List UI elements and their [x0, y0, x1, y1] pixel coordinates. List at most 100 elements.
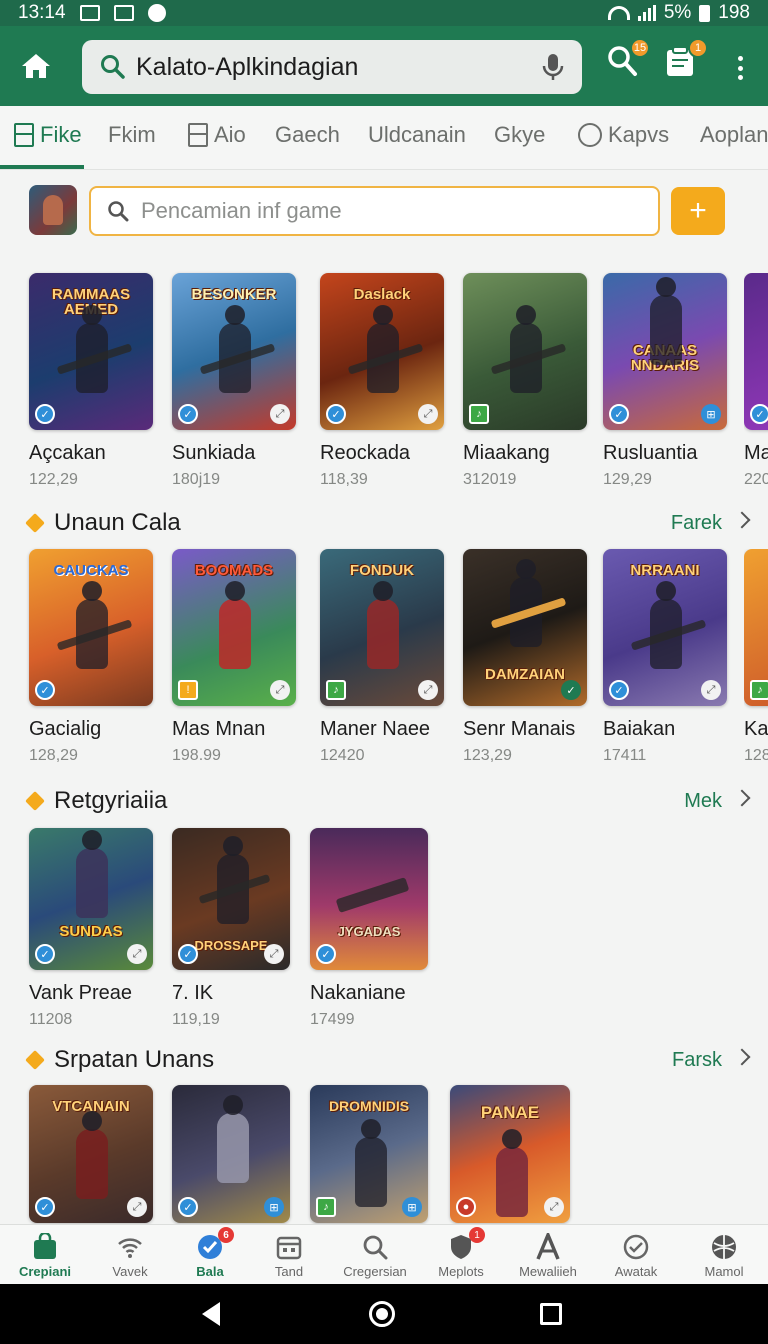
tab-fkim[interactable]: Fkim [108, 122, 156, 148]
game-art-title: NRRAANI [630, 562, 700, 579]
game-count: 180j19 [172, 471, 221, 488]
nav-item-vavek[interactable]: Vavek [87, 1233, 173, 1279]
game-art: DROMNIDIS ♪ ⊞ [310, 1085, 428, 1223]
more-options-icon[interactable] [735, 56, 745, 80]
add-button[interactable]: + [671, 187, 725, 235]
link-icon: ⤢ [544, 1197, 564, 1217]
chevron-right-icon[interactable] [733, 789, 751, 807]
link-icon: ⤢ [264, 944, 284, 964]
game-card[interactable]: ✓ ⊞ [172, 1085, 290, 1223]
game-card[interactable]: FONDUK ♪ ⤢ Maner Naee 12420 [320, 549, 444, 765]
game-art: ✓ [744, 273, 768, 430]
game-count: 119,19 [172, 1011, 220, 1028]
game-card[interactable]: RAMMAAS AEMED ✓ Açcakan 122,29 [29, 273, 153, 489]
link-icon: ⤢ [701, 680, 721, 700]
app-bar: Kalato-Aplkindagian 15 1 [0, 26, 768, 106]
game-count: 128 [744, 747, 768, 764]
game-art: ♪ [463, 273, 587, 430]
game-name: 7. IK [172, 982, 214, 1004]
search-history-button[interactable]: 15 [606, 38, 650, 80]
see-more-link[interactable]: Mek [684, 790, 722, 813]
section-title: Unaun Cala [54, 509, 181, 536]
link-icon: ⤢ [127, 944, 147, 964]
back-icon[interactable] [202, 1302, 220, 1326]
game-name: Miaakang [463, 442, 550, 464]
avatar[interactable] [29, 185, 77, 235]
nav-item-tand[interactable]: Tand [246, 1233, 332, 1279]
game-card[interactable]: CAUCKAS ✓ Gacialig 128,29 [29, 549, 153, 765]
game-name: Sunkiada [172, 442, 256, 464]
game-card[interactable]: DROSSAPE ✓ ⤢ 7. IK 119,19 [172, 828, 290, 1029]
nav-item-awatak[interactable]: Awatak [593, 1233, 679, 1279]
sync-icon [147, 4, 166, 22]
game-art: JYGADAS ✓ [310, 828, 428, 970]
tab-gkye[interactable]: Gkye [494, 122, 545, 148]
nav-label: Tand [274, 1264, 304, 1279]
nav-item-bala[interactable]: 6 Bala [167, 1227, 253, 1279]
game-card[interactable]: PANAE ● ⤢ [450, 1085, 570, 1223]
tab-label: Gkye [494, 122, 546, 147]
game-search-field[interactable] [89, 186, 660, 236]
game-art: PANAE ● ⤢ [450, 1085, 570, 1223]
game-card[interactable]: SUNDAS ✓ ⤢ Vank Preae 11208 [29, 828, 153, 1029]
home-circle-icon[interactable] [369, 1301, 395, 1327]
game-art: Daslack ✓ ⤢ [320, 273, 444, 430]
game-art: ♪ [744, 549, 768, 706]
tab-aio[interactable]: Aio [188, 122, 246, 148]
game-card[interactable]: CANAAS NNDARIS ✓ ⊞ Rusluantia 129,29 [603, 273, 727, 489]
game-art-title: CAUCKAS [53, 562, 129, 579]
search-icon [108, 201, 129, 222]
section-title: Retgyriaiia [54, 787, 168, 814]
game-search-input[interactable] [141, 198, 621, 224]
microphone-icon[interactable] [540, 52, 566, 82]
nav-item-mamol[interactable]: Mamol [681, 1233, 767, 1279]
game-card[interactable]: BOOMADS ! ⤢ Mas Mnan 198.99 [172, 549, 296, 765]
game-card[interactable]: ♪ Miaakang 312019 [463, 273, 587, 489]
tab-uldcanain[interactable]: Uldcanain [368, 122, 466, 148]
recent-apps-icon[interactable] [540, 1303, 562, 1325]
verified-icon: ✓ [178, 1197, 198, 1217]
section-title: Srpatan Unans [54, 1046, 215, 1073]
nav-item-meplots[interactable]: 1 Meplots [418, 1227, 504, 1279]
chevron-right-icon[interactable] [733, 1048, 751, 1066]
home-button[interactable] [20, 52, 52, 80]
grid-icon: ⊞ [402, 1197, 422, 1217]
see-more-link[interactable]: Farek [671, 512, 722, 535]
game-count: 129,29 [603, 471, 652, 488]
see-more-link[interactable]: Farsk [672, 1049, 722, 1072]
game-art-title: SUNDAS [59, 923, 123, 940]
tab-aoplana[interactable]: Aoplana [700, 122, 768, 148]
calendar-icon [276, 1236, 302, 1260]
wifi-icon [118, 1238, 142, 1258]
game-name: Açcakan [29, 442, 106, 464]
chevron-right-icon[interactable] [733, 511, 751, 529]
search-text: Kalato-Aplkindagian [136, 52, 359, 81]
status-bar: 13:14 5% 198 [0, 0, 768, 26]
nav-item-crepiani[interactable]: Crepiani [2, 1233, 88, 1279]
app-search-bar[interactable]: Kalato-Aplkindagian [82, 40, 582, 94]
verified-icon: ✓ [35, 680, 55, 700]
tab-fike[interactable]: Fike [14, 122, 82, 148]
tab-gaech[interactable]: Gaech [275, 122, 340, 148]
game-art-title: DAMZAIAN [485, 666, 565, 683]
game-card[interactable]: DROMNIDIS ♪ ⊞ [310, 1085, 428, 1223]
game-card[interactable]: JYGADAS ✓ Nakaniane 17499 [310, 828, 428, 1029]
game-art: BOOMADS ! ⤢ [172, 549, 296, 706]
tab-kapvs[interactable]: Kapvs [578, 122, 669, 148]
game-card[interactable]: ♪ Ka 128 [744, 549, 768, 765]
status-extra: 198 [718, 2, 750, 23]
game-card[interactable]: NRRAANI ✓ ⤢ Baiakan 17411 [603, 549, 727, 765]
game-card[interactable]: ✓ Ma 220 [744, 273, 768, 489]
game-card[interactable]: VTCANAIN ✓ ⤢ [29, 1085, 153, 1223]
game-card[interactable]: BESONKER ✓ ⤢ Sunkiada 180j19 [172, 273, 296, 489]
game-count: 17411 [603, 747, 647, 764]
nav-item-mewaliieh[interactable]: Mewaliieh [505, 1233, 591, 1279]
screenshot-icon [79, 5, 100, 21]
nav-item-cregersian[interactable]: Cregersian [332, 1233, 418, 1279]
downloads-button[interactable]: 1 [664, 38, 708, 80]
game-card[interactable]: DAMZAIAN ✓ Senr Manais 123,29 [463, 549, 587, 765]
game-card[interactable]: Daslack ✓ ⤢ Reockada 118,39 [320, 273, 444, 489]
game-name: Maner Naee [320, 718, 431, 740]
tab-label: Aio [214, 122, 246, 147]
game-count: 123,29 [463, 747, 512, 764]
